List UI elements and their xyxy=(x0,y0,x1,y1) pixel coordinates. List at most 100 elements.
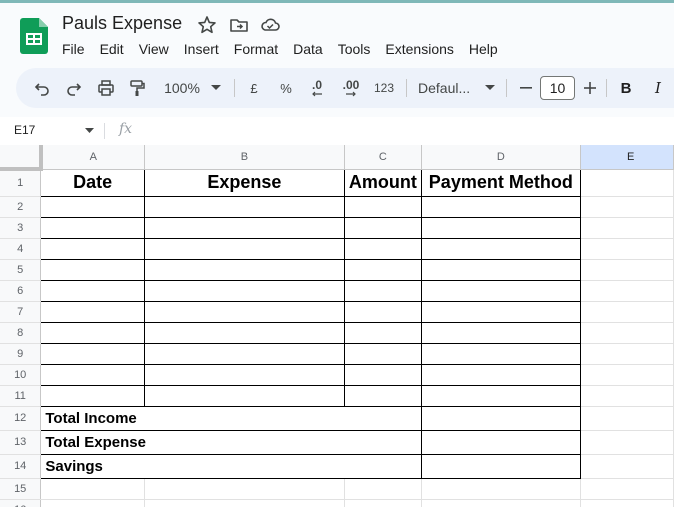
total-expense-value[interactable] xyxy=(420,429,582,455)
header-expense[interactable]: Expense xyxy=(143,168,346,197)
menu-view[interactable]: View xyxy=(139,40,169,60)
row-header-15[interactable]: 15 xyxy=(0,478,42,500)
increase-font-size-button[interactable] xyxy=(580,68,600,108)
table-cell[interactable] xyxy=(580,499,674,507)
table-cell[interactable] xyxy=(144,499,346,507)
table-cell[interactable] xyxy=(580,196,674,218)
table-cell[interactable] xyxy=(420,216,582,239)
zoom-select[interactable]: 100% xyxy=(160,68,204,108)
table-cell[interactable] xyxy=(344,499,422,507)
table-cell[interactable] xyxy=(143,258,346,281)
table-cell[interactable] xyxy=(420,321,582,344)
star-icon[interactable] xyxy=(196,14,218,36)
table-cell[interactable] xyxy=(420,237,582,260)
table-cell[interactable] xyxy=(580,301,674,323)
total-income-value[interactable] xyxy=(420,405,582,431)
currency-format-button[interactable]: £ xyxy=(244,68,264,108)
move-to-folder-icon[interactable] xyxy=(228,14,250,36)
decrease-font-size-button[interactable] xyxy=(516,68,536,108)
row-header-3[interactable]: 3 xyxy=(0,217,42,239)
row-header-14[interactable]: 14 xyxy=(0,454,42,479)
table-cell[interactable] xyxy=(580,343,674,365)
cloud-saved-icon[interactable] xyxy=(259,14,281,36)
table-cell[interactable] xyxy=(40,258,145,281)
column-header-b[interactable]: B xyxy=(144,145,346,170)
table-cell[interactable] xyxy=(420,300,582,323)
table-cell[interactable] xyxy=(421,499,582,507)
table-cell[interactable] xyxy=(143,321,346,344)
formula-input[interactable] xyxy=(145,123,665,139)
column-header-e[interactable]: E xyxy=(580,145,674,170)
table-cell[interactable] xyxy=(580,478,674,500)
header-date[interactable]: Date xyxy=(40,168,145,197)
row-header-2[interactable]: 2 xyxy=(0,196,42,218)
table-cell[interactable] xyxy=(580,385,674,407)
column-header-a[interactable]: A xyxy=(40,145,145,170)
column-header-d[interactable]: D xyxy=(421,145,582,170)
table-cell[interactable] xyxy=(580,259,674,281)
chevron-down-icon[interactable] xyxy=(85,128,94,133)
row-header-5[interactable]: 5 xyxy=(0,259,42,281)
more-formats-button[interactable]: 123 xyxy=(372,68,396,108)
row-header-1[interactable]: 1 xyxy=(0,169,42,197)
table-cell[interactable] xyxy=(344,478,422,500)
total-income-label[interactable]: Total Income xyxy=(40,405,422,431)
table-cell[interactable] xyxy=(344,237,422,260)
table-cell[interactable] xyxy=(420,342,582,365)
total-expense-label[interactable]: Total Expense xyxy=(40,429,422,455)
row-header-8[interactable]: 8 xyxy=(0,322,42,344)
font-size-input[interactable]: 10 xyxy=(540,76,575,100)
column-header-c[interactable]: C xyxy=(344,145,422,170)
table-cell[interactable] xyxy=(143,237,346,260)
percent-format-button[interactable]: % xyxy=(275,68,297,108)
table-cell[interactable] xyxy=(344,321,422,344)
menu-file[interactable]: File xyxy=(62,40,85,60)
table-cell[interactable] xyxy=(580,169,674,197)
table-cell[interactable] xyxy=(143,216,346,239)
table-cell[interactable] xyxy=(580,322,674,344)
menu-tools[interactable]: Tools xyxy=(338,40,371,60)
redo-button[interactable] xyxy=(62,68,86,108)
table-cell[interactable] xyxy=(344,195,422,218)
google-sheets-logo-icon[interactable] xyxy=(20,18,48,54)
table-cell[interactable] xyxy=(421,478,582,500)
menu-insert[interactable]: Insert xyxy=(184,40,219,60)
row-header-11[interactable]: 11 xyxy=(0,385,42,407)
table-cell[interactable] xyxy=(40,279,145,302)
table-cell[interactable] xyxy=(143,342,346,365)
table-cell[interactable] xyxy=(144,478,346,500)
row-header-12[interactable]: 12 xyxy=(0,406,42,431)
table-cell[interactable] xyxy=(143,195,346,218)
decrease-decimal-button[interactable]: .0 xyxy=(304,68,330,108)
row-header-4[interactable]: 4 xyxy=(0,238,42,260)
document-title[interactable]: Pauls Expense xyxy=(62,13,182,34)
table-cell[interactable] xyxy=(580,238,674,260)
table-cell[interactable] xyxy=(420,363,582,386)
select-all-corner[interactable] xyxy=(0,145,43,171)
name-box[interactable]: E17 xyxy=(14,123,35,137)
table-cell[interactable] xyxy=(344,300,422,323)
table-cell[interactable] xyxy=(40,499,145,507)
menu-extensions[interactable]: Extensions xyxy=(385,40,453,60)
table-cell[interactable] xyxy=(580,454,674,479)
font-dropdown-arrow[interactable] xyxy=(484,68,496,108)
table-cell[interactable] xyxy=(580,217,674,239)
table-cell[interactable] xyxy=(40,216,145,239)
header-amount[interactable]: Amount xyxy=(344,168,422,197)
font-family-select[interactable]: Defaul... xyxy=(418,68,476,108)
table-cell[interactable] xyxy=(420,258,582,281)
table-cell[interactable] xyxy=(580,406,674,431)
table-cell[interactable] xyxy=(344,384,422,407)
bold-button[interactable]: B xyxy=(616,68,636,108)
savings-label[interactable]: Savings xyxy=(40,453,422,479)
menu-format[interactable]: Format xyxy=(234,40,278,60)
table-cell[interactable] xyxy=(40,195,145,218)
print-button[interactable] xyxy=(94,68,118,108)
italic-button[interactable]: I xyxy=(648,68,668,108)
table-cell[interactable] xyxy=(143,384,346,407)
undo-button[interactable] xyxy=(30,68,54,108)
row-header-10[interactable]: 10 xyxy=(0,364,42,386)
table-cell[interactable] xyxy=(40,363,145,386)
table-cell[interactable] xyxy=(344,363,422,386)
table-cell[interactable] xyxy=(40,237,145,260)
